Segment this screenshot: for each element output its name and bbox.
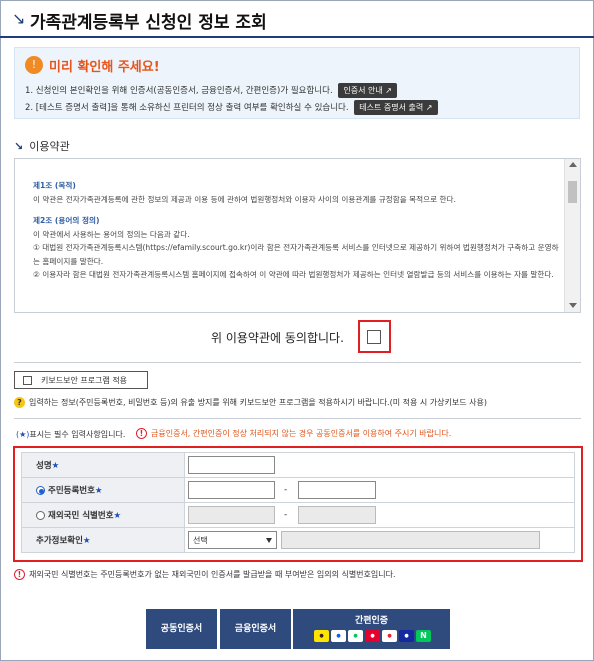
foreigner-footnote-text: 재외국민 식별번호는 주민등록번호가 없는 재외국민이 인증서를 발급받을 때 … bbox=[29, 570, 396, 579]
extra-cell: 선택 bbox=[184, 527, 575, 553]
section-chevron-icon: ↘ bbox=[14, 140, 24, 153]
required-star: ★ bbox=[113, 511, 122, 521]
required-star: ★ bbox=[94, 486, 103, 496]
required-star: ★ bbox=[82, 536, 91, 546]
warning-note: ! 금융인증서, 간편인증이 정상 처리되지 않는 경우 공동인증서를 이용하여 … bbox=[136, 428, 451, 439]
scroll-thumb[interactable] bbox=[568, 181, 577, 203]
required-note-text: 표시는 필수 입력사항입니다. bbox=[29, 430, 126, 439]
foreigner-front-input[interactable] bbox=[188, 506, 275, 524]
terms-article-2-title: 제2조 (용어의 정의) bbox=[33, 216, 100, 225]
terms-content: 제1조 (목적) 이 약관은 전자가족관계등록에 관한 정보의 제공과 이용 등… bbox=[33, 179, 561, 282]
name-cell bbox=[184, 452, 575, 478]
divider bbox=[14, 418, 581, 419]
scroll-down-arrow-icon[interactable] bbox=[569, 303, 577, 308]
form-row-rrn: 주민등록번호★ - bbox=[21, 477, 575, 503]
notice-line-1: 1. 신청인의 본인확인을 위해 인증서(공동인증서, 금융인증서, 간편인증)… bbox=[25, 83, 397, 98]
keyboard-security-label: 키보드보안 프로그램 적용 bbox=[41, 376, 128, 385]
rrn-label[interactable]: 주민등록번호★ bbox=[21, 477, 185, 503]
terms-article-2-item-2: ② 이용자라 함은 대법원 전자가족관계등록시스템 홈페이지에 접속하여 이 약… bbox=[33, 270, 554, 279]
terms-article-2-item-1: ① 대법원 전자가족관계등록시스템(https://efamily.scourt… bbox=[33, 243, 559, 266]
required-star: (★) bbox=[16, 430, 30, 439]
keyboard-note: ? 입력하는 정보(주민등록번호, 비밀번호 등)의 유출 방지를 위해 키보드보… bbox=[14, 397, 487, 408]
name-label-text: 성명 bbox=[36, 461, 52, 471]
foreigner-radio[interactable] bbox=[36, 511, 45, 520]
page-header: ↘ 가족관계등록부 신청인 정보 조회 bbox=[0, 0, 594, 38]
rrn-front-input[interactable] bbox=[188, 481, 275, 499]
terms-article-1-text: 이 약관은 전자가족관계등록에 관한 정보의 제공과 이용 등에 관하여 법원행… bbox=[33, 194, 456, 204]
warning-icon: ! bbox=[14, 569, 25, 580]
samsung-logo-icon: ● bbox=[399, 630, 414, 642]
naver-pay-logo-icon: ● bbox=[348, 630, 363, 642]
terms-section-title: 이용약관 bbox=[29, 140, 70, 153]
notice-line-2: 2. [테스트 증명서 출력]을 통해 소유하신 프린터의 정상 출력 여부를 … bbox=[25, 100, 438, 115]
rrn-label-text: 주민등록번호 bbox=[48, 486, 95, 496]
joint-cert-button[interactable]: 공동인증서 bbox=[146, 609, 217, 649]
extra-label: 추가정보확인★ bbox=[21, 527, 185, 553]
chevron-down-icon bbox=[266, 538, 272, 543]
cert-guide-button[interactable]: 인증서 안내 ↗ bbox=[338, 83, 397, 98]
terms-article-1-title: 제1조 (목적) bbox=[33, 181, 76, 190]
keyboard-security-checkbox[interactable] bbox=[23, 376, 32, 385]
foreigner-cell: - bbox=[184, 502, 575, 528]
warning-note-text: 금융인증서, 간편인증이 정상 처리되지 않는 경우 공동인증서를 이용하여 주… bbox=[151, 429, 452, 438]
terms-article-2-intro: 이 약관에서 사용하는 용어의 정의는 다음과 같다. bbox=[33, 229, 190, 239]
form-row-name: 성명★ bbox=[21, 452, 575, 478]
form-row-extra: 추가정보확인★ 선택 bbox=[21, 527, 575, 553]
foreigner-footnote: ! 재외국민 식별번호는 주민등록번호가 없는 재외국민이 인증서를 발급받을 때… bbox=[14, 569, 396, 580]
foreigner-back-input[interactable] bbox=[298, 506, 376, 524]
notice-title: 미리 확인해 주세요! bbox=[49, 60, 160, 75]
warning-icon: ! bbox=[136, 428, 147, 439]
pass-logo-icon: ● bbox=[365, 630, 380, 642]
required-note: (★)표시는 필수 입력사항입니다. bbox=[16, 429, 125, 440]
rrn-radio[interactable] bbox=[36, 486, 45, 495]
foreigner-label-text: 재외국민 식별번호 bbox=[48, 511, 114, 521]
name-input[interactable] bbox=[188, 456, 275, 474]
notice-line-2-text: 2. [테스트 증명서 출력]을 통해 소유하신 프린터의 정상 출력 여부를 … bbox=[25, 103, 349, 113]
terms-scrollbar[interactable] bbox=[564, 159, 580, 312]
rrn-back-input[interactable] bbox=[298, 481, 376, 499]
financial-cert-button[interactable]: 금융인증서 bbox=[220, 609, 291, 649]
extra-info-select-value: 선택 bbox=[193, 536, 208, 545]
toss-logo-icon: ● bbox=[331, 630, 346, 642]
terms-section-heading: ↘ 이용약관 bbox=[14, 138, 70, 154]
name-label: 성명★ bbox=[21, 452, 185, 478]
notice-line-1-text: 1. 신청인의 본인확인을 위해 인증서(공동인증서, 금융인증서, 간편인증)… bbox=[25, 86, 333, 96]
simple-auth-button[interactable]: 간편인증 ● ● ● ● ● ● N bbox=[293, 609, 450, 649]
keyboard-note-text: 입력하는 정보(주민등록번호, 비밀번호 등)의 유출 방지를 위해 키보드보안… bbox=[29, 398, 487, 407]
applicant-form: 성명★ 주민등록번호★ - 재외국민 식별번호★ - 추가정보확인★ 선택 bbox=[21, 452, 575, 553]
form-row-foreigner: 재외국민 식별번호★ - bbox=[21, 502, 575, 528]
payco-logo-icon: ● bbox=[382, 630, 397, 642]
cert-guide-label: 인증서 안내 bbox=[343, 86, 383, 95]
external-link-icon: ↗ bbox=[385, 86, 392, 95]
foreigner-label[interactable]: 재외국민 식별번호★ bbox=[21, 502, 185, 528]
header-chevron-icon: ↘ bbox=[12, 9, 26, 28]
agree-highlight-box bbox=[358, 320, 391, 353]
page-title: 가족관계등록부 신청인 정보 조회 bbox=[30, 13, 267, 33]
scroll-up-arrow-icon[interactable] bbox=[569, 162, 577, 167]
terms-textbox[interactable]: 제1조 (목적) 이 약관은 전자가족관계등록에 관한 정보의 제공과 이용 등… bbox=[14, 158, 581, 313]
extra-info-select[interactable]: 선택 bbox=[188, 531, 277, 549]
extra-info-input[interactable] bbox=[281, 531, 540, 549]
divider bbox=[14, 362, 581, 363]
notice-box: ! 미리 확인해 주세요! 1. 신청인의 본인확인을 위해 인증서(공동인증서… bbox=[14, 47, 580, 119]
extra-label-text: 추가정보확인 bbox=[36, 536, 83, 546]
test-print-label: 테스트 증명서 출력 bbox=[359, 103, 424, 112]
required-star: ★ bbox=[51, 461, 60, 471]
question-icon: ? bbox=[14, 397, 25, 408]
agree-checkbox[interactable] bbox=[367, 330, 381, 344]
agree-label: 위 이용약관에 동의합니다. bbox=[211, 331, 344, 345]
simple-auth-label: 간편인증 bbox=[354, 616, 389, 626]
external-link-icon: ↗ bbox=[425, 103, 433, 112]
megaphone-icon: ! bbox=[25, 56, 43, 74]
rrn-cell: - bbox=[184, 477, 575, 503]
foreigner-dash: - bbox=[284, 510, 288, 520]
keyboard-security-button[interactable]: 키보드보안 프로그램 적용 bbox=[14, 371, 148, 389]
test-print-button[interactable]: 테스트 증명서 출력 ↗ bbox=[354, 100, 438, 115]
kakao-logo-icon: ● bbox=[314, 630, 329, 642]
rrn-dash: - bbox=[284, 485, 288, 495]
naver-logo-icon: N bbox=[416, 630, 431, 642]
